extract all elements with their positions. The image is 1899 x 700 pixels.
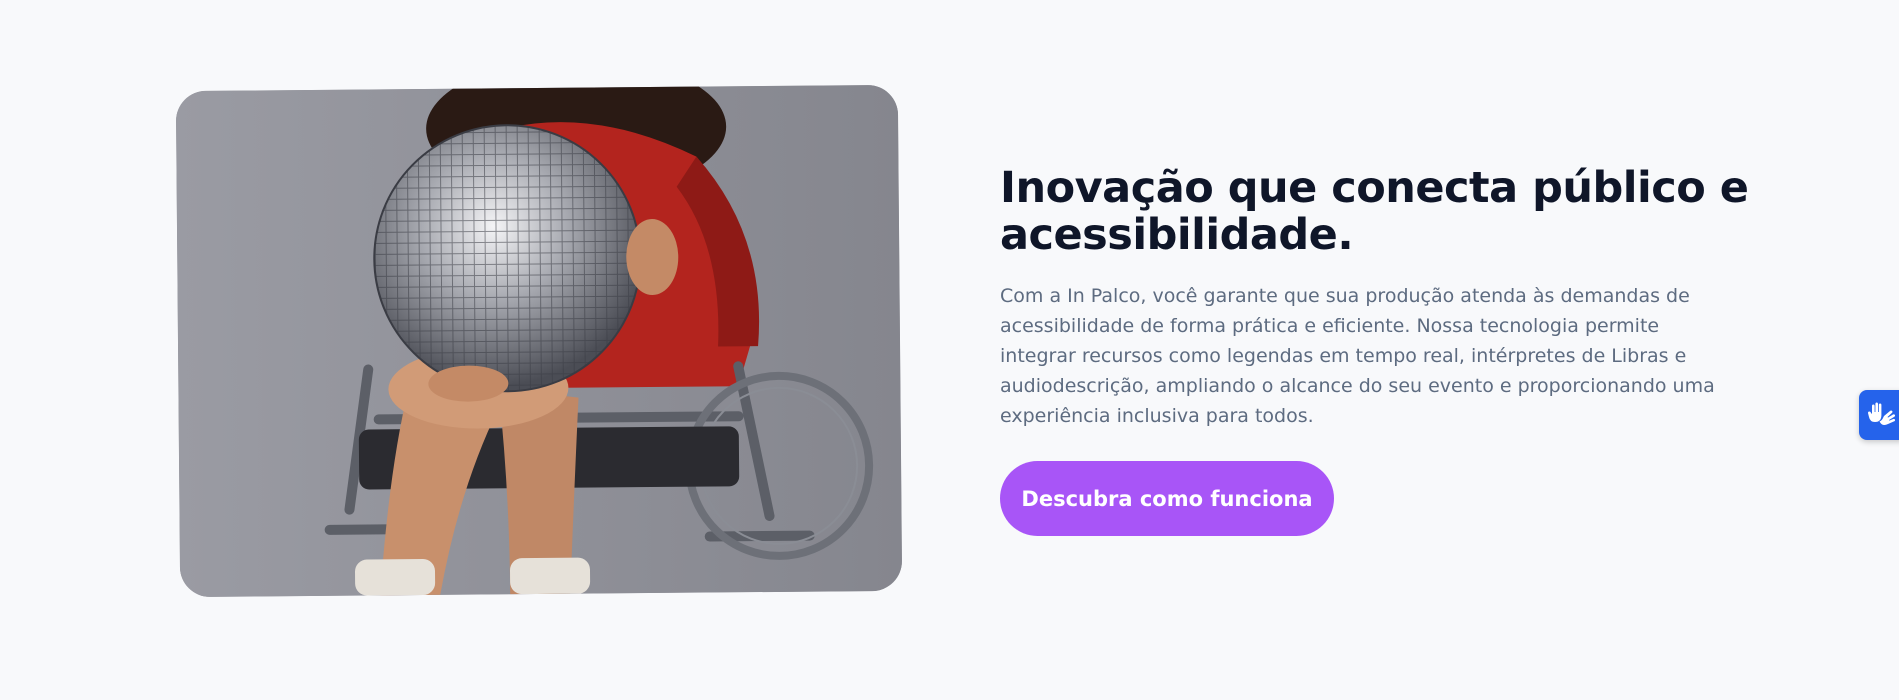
page: Inovação que conecta público e acessibil… <box>0 0 1899 700</box>
discover-how-it-works-button[interactable]: Descubra como funciona <box>1000 461 1334 536</box>
hero-title: Inovação que conecta público e acessibil… <box>1000 163 1749 260</box>
hero-image <box>175 84 903 598</box>
accessibility-libras-button[interactable] <box>1859 390 1899 440</box>
hero-photo-illustration <box>175 84 903 598</box>
sign-language-hands-icon <box>1868 402 1896 426</box>
hero-content: Inovação que conecta público e acessibil… <box>1000 165 1750 536</box>
hero-description: Com a In Palco, você garante que sua pro… <box>1000 285 1715 427</box>
